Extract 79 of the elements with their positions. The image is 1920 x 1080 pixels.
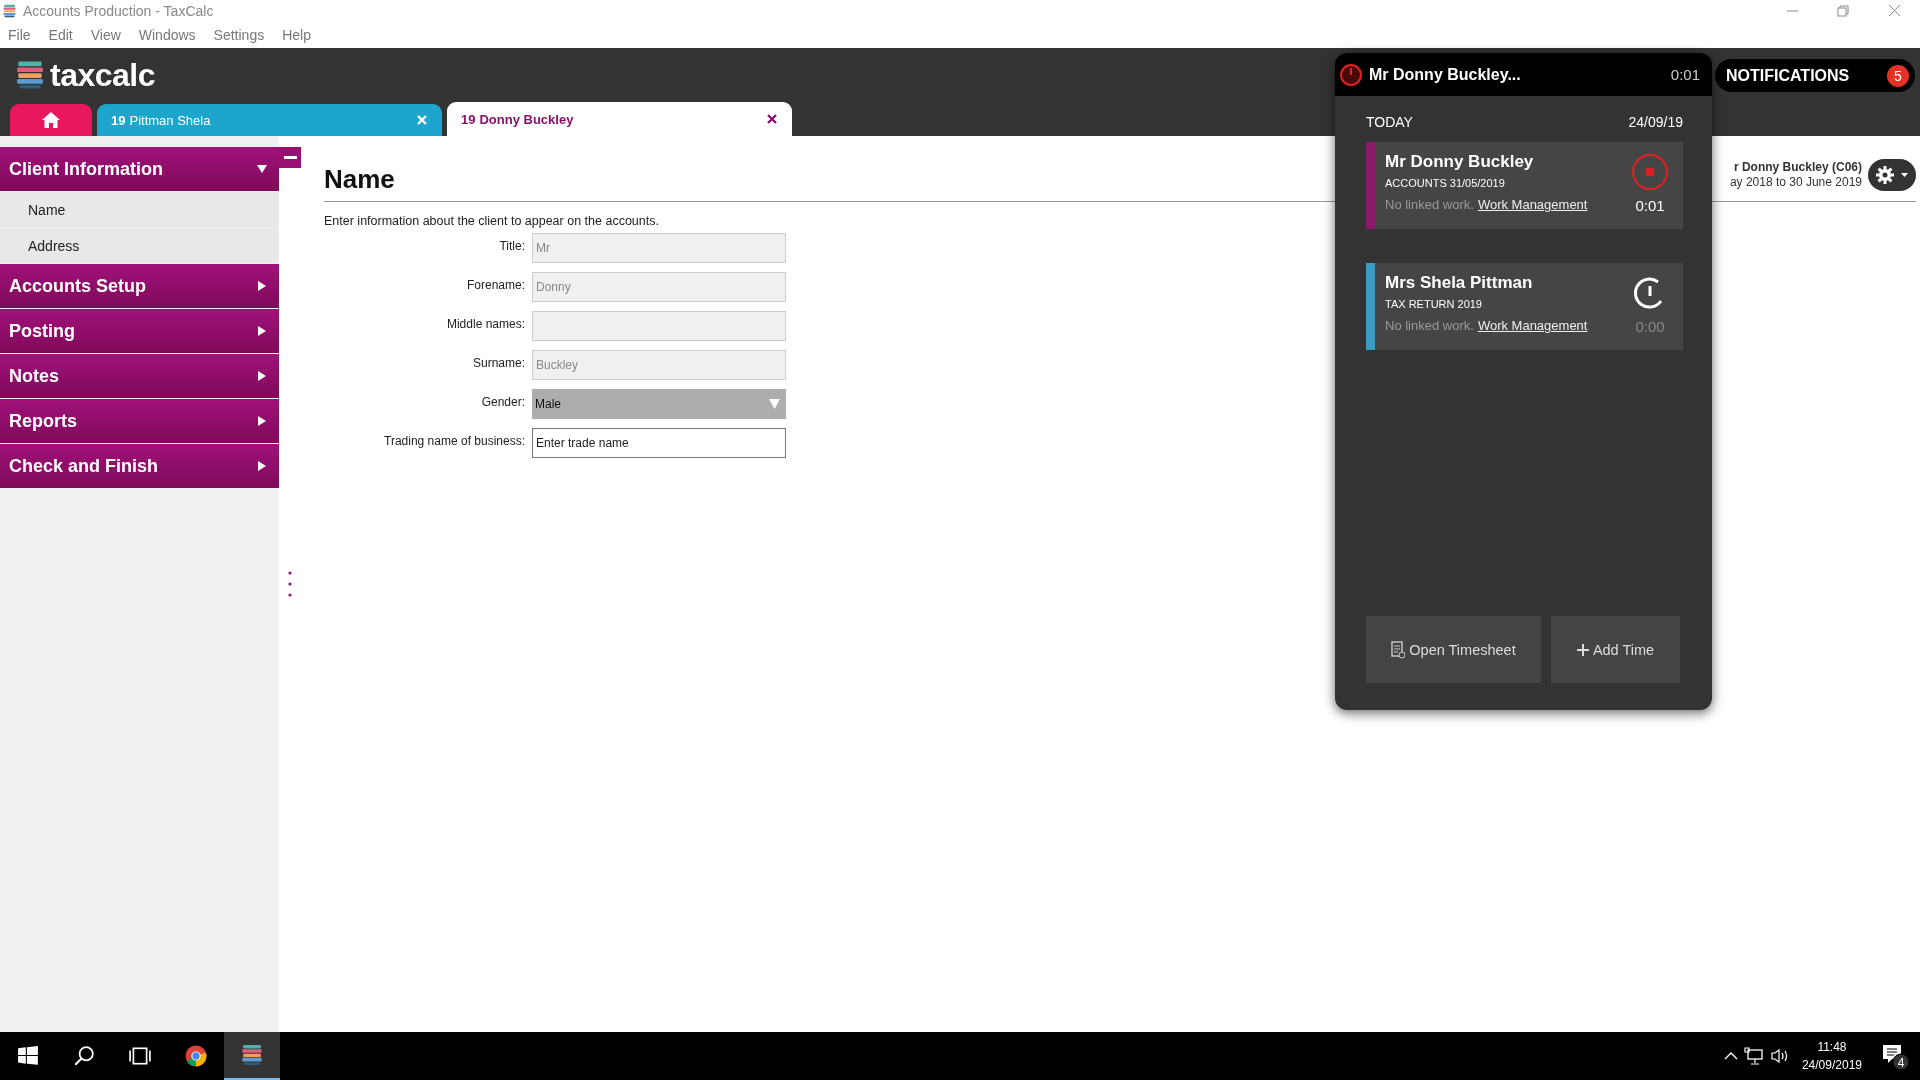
clock-time: 11:48 <box>1817 1039 1847 1056</box>
caret-right-icon <box>257 371 267 381</box>
settings-button[interactable] <box>1868 159 1916 191</box>
stacked-books-icon <box>16 60 44 90</box>
sidebar-section-header[interactable]: Client Information <box>0 147 279 191</box>
sidebar-section-header[interactable]: Check and Finish <box>0 444 279 488</box>
caret-down-icon <box>769 399 780 409</box>
caret-right-icon <box>257 461 267 471</box>
network-icon[interactable] <box>1743 1047 1764 1065</box>
field-label: Trading name of business: <box>383 433 525 450</box>
entry-job: ACCOUNTS 31/05/2019 <box>1385 177 1506 189</box>
sidebar-item[interactable]: Name <box>0 192 279 227</box>
browser-icon <box>185 1045 207 1067</box>
task-view-icon <box>129 1045 151 1067</box>
entry-note: No linked work. <box>1385 197 1474 212</box>
home-tab[interactable] <box>10 104 92 136</box>
notifications-button[interactable]: NOTIFICATIONS 5 <box>1715 59 1915 92</box>
date-label: 24/09/19 <box>1628 114 1683 130</box>
stopwatch-icon <box>1339 62 1363 87</box>
accounts-period: ay 2018 to 30 June 2019 <box>1729 175 1862 190</box>
caret-right-icon <box>257 326 267 336</box>
add-time-button[interactable]: Add Time <box>1551 616 1680 683</box>
sidebar-section-header[interactable]: Reports <box>0 399 279 443</box>
elapsed-time: 0:01 <box>1670 66 1700 83</box>
document-icon <box>1391 640 1406 659</box>
client-name: r Donny Buckley (C06) <box>1733 160 1862 175</box>
input-field[interactable]: Enter trade name <box>532 428 786 458</box>
timer-entry-card[interactable]: Mrs Shela Pittman TAX RETURN 2019 No linked work. Work Management 0:00 <box>1366 263 1683 350</box>
sidebar-item[interactable]: Address <box>0 228 279 263</box>
settings-icon <box>1875 165 1909 185</box>
close-icon[interactable] <box>766 113 778 125</box>
menu-item[interactable]: View <box>89 27 130 43</box>
windows-icon <box>17 1045 39 1067</box>
splitter-handle-icon[interactable] <box>288 570 292 598</box>
window-title: Accounts Production - TaxCalc <box>23 3 214 19</box>
page-heading: Name <box>324 164 395 195</box>
search-icon <box>73 1045 95 1067</box>
clock-date: 24/09/2019 <box>1801 1057 1862 1074</box>
field-label: Forename: <box>465 277 525 294</box>
tab[interactable]: 19 Donny Buckley <box>447 102 792 136</box>
caret-right-icon <box>257 281 267 291</box>
field-label: Surname: <box>471 355 525 372</box>
chevron-up-icon[interactable] <box>1723 1051 1738 1061</box>
app-icon <box>3 4 16 18</box>
caret-down-icon <box>257 164 267 174</box>
stacked-books-icon <box>241 1044 263 1066</box>
entry-time: 0:01 <box>1635 197 1665 214</box>
field-label: Middle names: <box>445 316 525 333</box>
work-management-link[interactable]: Work Management <box>1477 318 1588 333</box>
sidebar-section-header[interactable]: Notes <box>0 354 279 398</box>
menu-item[interactable]: Help <box>281 27 320 43</box>
menu-item[interactable]: File <box>7 27 40 43</box>
home-icon <box>42 112 60 128</box>
caret-right-icon <box>257 416 267 426</box>
plus-icon <box>1576 643 1589 656</box>
taskbar-button[interactable] <box>224 1032 280 1080</box>
sidebar-section-header[interactable]: Accounts Setup <box>0 264 279 308</box>
notification-count-badge: 5 <box>1887 64 1909 87</box>
entry-time: 0:00 <box>1635 318 1665 335</box>
open-timesheet-button[interactable]: Open Timesheet <box>1366 616 1541 683</box>
work-management-link[interactable]: Work Management <box>1477 197 1588 212</box>
timer-entry-card[interactable]: Mr Donny Buckley ACCOUNTS 31/05/2019 No linked work. Work Management 0:01 <box>1366 142 1683 229</box>
logo-text: taxcalc <box>50 56 156 94</box>
entry-job: TAX RETURN 2019 <box>1385 298 1483 310</box>
entry-client: Mrs Shela Pittman <box>1385 273 1534 293</box>
sidebar-section-header[interactable]: Posting <box>0 309 279 353</box>
collapse-button[interactable] <box>279 147 301 168</box>
timer-title: Mr Donny Buckley... <box>1369 65 1521 84</box>
menu-item[interactable]: Settings <box>212 27 274 43</box>
day-label: TODAY <box>1366 114 1413 130</box>
entry-note: No linked work. <box>1385 318 1474 333</box>
volume-icon[interactable] <box>1769 1048 1790 1064</box>
menu-item[interactable]: Windows <box>137 27 205 43</box>
menu-item[interactable]: Edit <box>47 27 82 43</box>
entry-client: Mr Donny Buckley <box>1385 152 1535 172</box>
field-label: Title: <box>498 238 525 255</box>
intro-text: Enter information about the client to appear on the accounts. <box>324 214 660 228</box>
notification-count: 4 <box>1897 1055 1905 1070</box>
field-label: Gender: <box>480 394 525 411</box>
